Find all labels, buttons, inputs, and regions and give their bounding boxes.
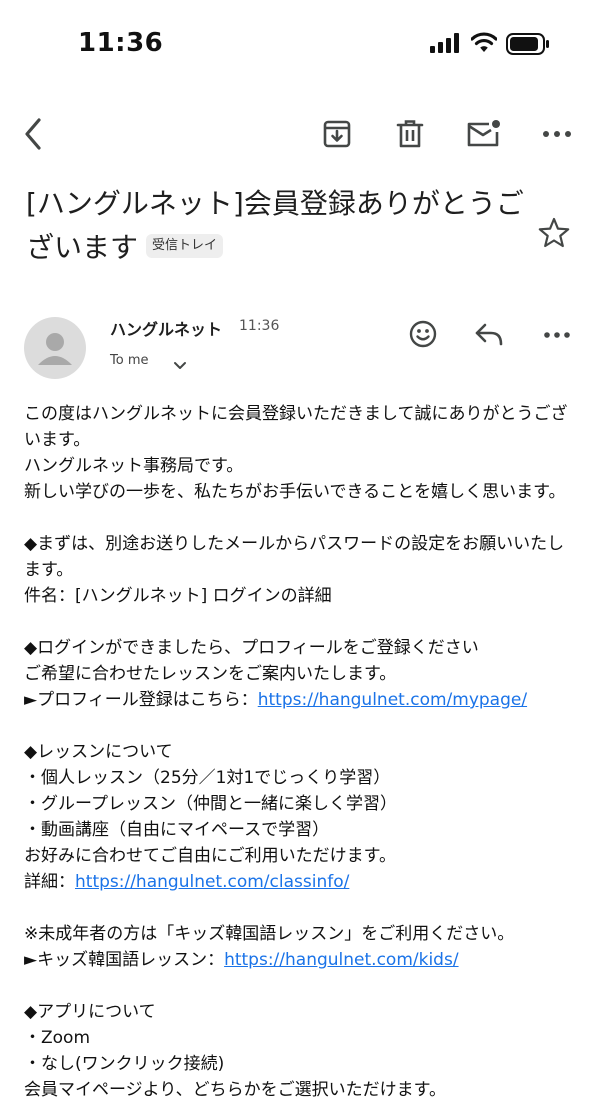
body-line: ◆レッスンについて	[24, 742, 173, 762]
reply-icon	[475, 323, 503, 346]
body-line: お好みに合わせてご自由にご利用いただけます。	[24, 846, 396, 866]
body-line: 会員マイページより、どちらかをご選択いただけます。	[24, 1080, 446, 1100]
mark-unread-button[interactable]	[461, 112, 505, 156]
email-subject: [ハングルネット]会員登録ありがとうございます 受信トレイ	[26, 182, 526, 270]
sent-time: 11:36	[239, 318, 280, 334]
mypage-link[interactable]: https://hangulnet.com/mypage/	[258, 690, 527, 710]
body-line: ・なし(ワンクリック接続)	[24, 1054, 225, 1074]
more-icon	[543, 131, 571, 137]
reply-button[interactable]	[469, 314, 509, 354]
back-button[interactable]	[12, 112, 56, 156]
kids-link[interactable]: https://hangulnet.com/kids/	[224, 950, 458, 970]
cellular-signal-icon	[430, 33, 459, 53]
back-arrow-icon	[25, 118, 41, 150]
battery-icon	[506, 33, 549, 55]
body-line: ◆アプリについて	[24, 1002, 156, 1022]
body-text: 詳細：	[24, 872, 75, 892]
body-line: ・Zoom	[24, 1028, 91, 1048]
archive-button[interactable]	[315, 112, 359, 156]
recipient-label[interactable]: To me	[110, 353, 148, 368]
body-line: 新しい学びの一歩を、私たちがお手伝いできることを嬉しく思います。	[24, 482, 566, 502]
body-line: ・グループレッスン（仲間と一緒に楽しく学習）	[24, 794, 397, 814]
body-line: ※未成年者の方は「キッズ韓国語レッスン」をご利用ください。	[24, 924, 515, 944]
body-line: ・個人レッスン（25分／1対1でじっくり学習）	[24, 768, 391, 788]
kids-link-line: ►キッズ韓国語レッスン：https://hangulnet.com/kids/	[24, 947, 580, 973]
chevron-down-icon[interactable]	[170, 355, 190, 375]
body-text: ►プロフィール登録はこちら：	[24, 690, 258, 710]
more-options-button[interactable]	[535, 112, 579, 156]
body-text: ►キッズ韓国語レッスン：	[24, 950, 225, 970]
body-line: ご希望に合わせたレッスンをご案内いたします。	[24, 664, 397, 684]
body-line: ・動画講座（自由にマイペースで学習）	[24, 820, 330, 840]
star-button[interactable]	[536, 215, 572, 251]
status-time: 11:36	[78, 28, 164, 58]
star-icon	[538, 217, 570, 248]
mark-unread-icon	[467, 120, 500, 147]
inbox-label-chip[interactable]: 受信トレイ	[146, 234, 224, 258]
body-line: この度はハングルネットに会員登録いただきまして誠にありがとうございます。	[24, 404, 568, 450]
subject-title: [ハングルネット]会員登録ありがとうございます	[26, 187, 524, 264]
classinfo-link-line: 詳細：https://hangulnet.com/classinfo/	[24, 869, 580, 895]
trash-icon	[396, 120, 424, 148]
emoji-reaction-button[interactable]	[403, 314, 443, 354]
body-line: ◆まずは、別途お送りしたメールからパスワードの設定をお願いいたします。	[24, 534, 565, 580]
classinfo-link[interactable]: https://hangulnet.com/classinfo/	[75, 872, 349, 892]
delete-button[interactable]	[388, 112, 432, 156]
sender-name: ハングルネット	[110, 320, 223, 339]
body-line: ハングルネット事務局です。	[24, 456, 244, 476]
archive-icon	[323, 120, 351, 148]
sender-avatar[interactable]	[24, 317, 86, 379]
body-line: ◆ログインができましたら、プロフィールをご登録ください	[24, 638, 479, 658]
wifi-icon	[471, 32, 497, 52]
body-line: 件名：[ハングルネット] ログインの詳細	[24, 586, 332, 606]
more-icon	[544, 332, 570, 338]
email-body: この度はハングルネットに会員登録いただきまして誠にありがとうございます。 ハング…	[24, 401, 580, 1103]
profile-link-line: ►プロフィール登録はこちら：https://hangulnet.com/mypa…	[24, 687, 580, 713]
emoji-reaction-icon	[409, 320, 437, 348]
person-icon	[38, 333, 72, 365]
message-more-button[interactable]	[537, 320, 577, 350]
